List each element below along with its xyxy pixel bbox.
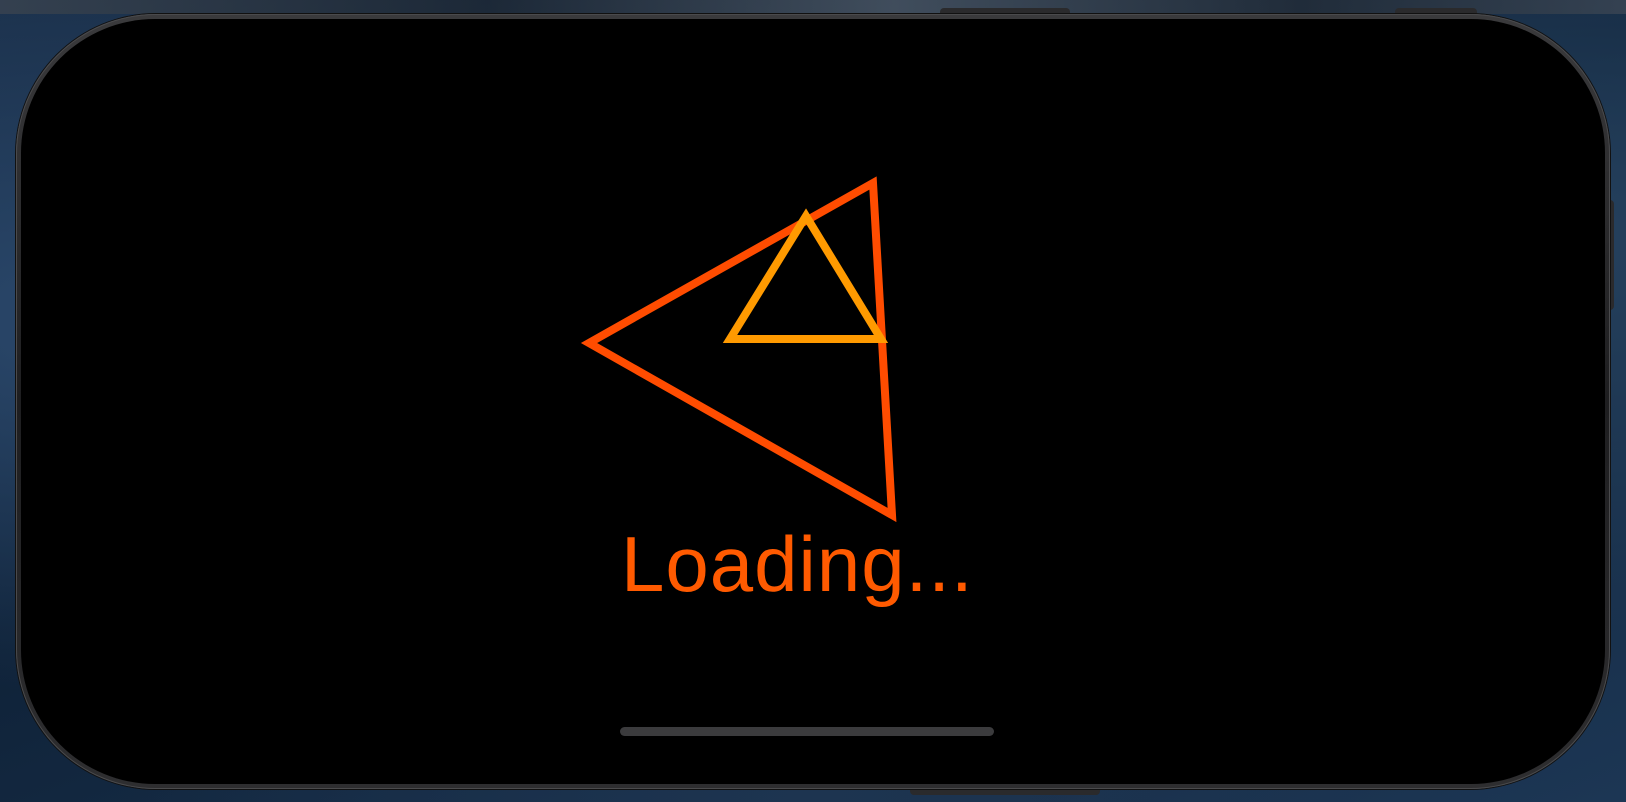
outer-triangle-icon: [580, 176, 897, 523]
home-indicator[interactable]: [620, 727, 994, 736]
inner-triangle-icon: [722, 208, 889, 343]
desktop-wallpaper: { "app": { "screen": "loading-screen" },…: [0, 0, 1626, 802]
wallpaper-top-strip: [0, 0, 1626, 14]
loading-spinner: [580, 176, 897, 523]
device-frame: Loading...: [16, 14, 1610, 789]
loading-text: Loading...: [621, 520, 974, 608]
app-screen: Loading...: [21, 19, 1605, 784]
